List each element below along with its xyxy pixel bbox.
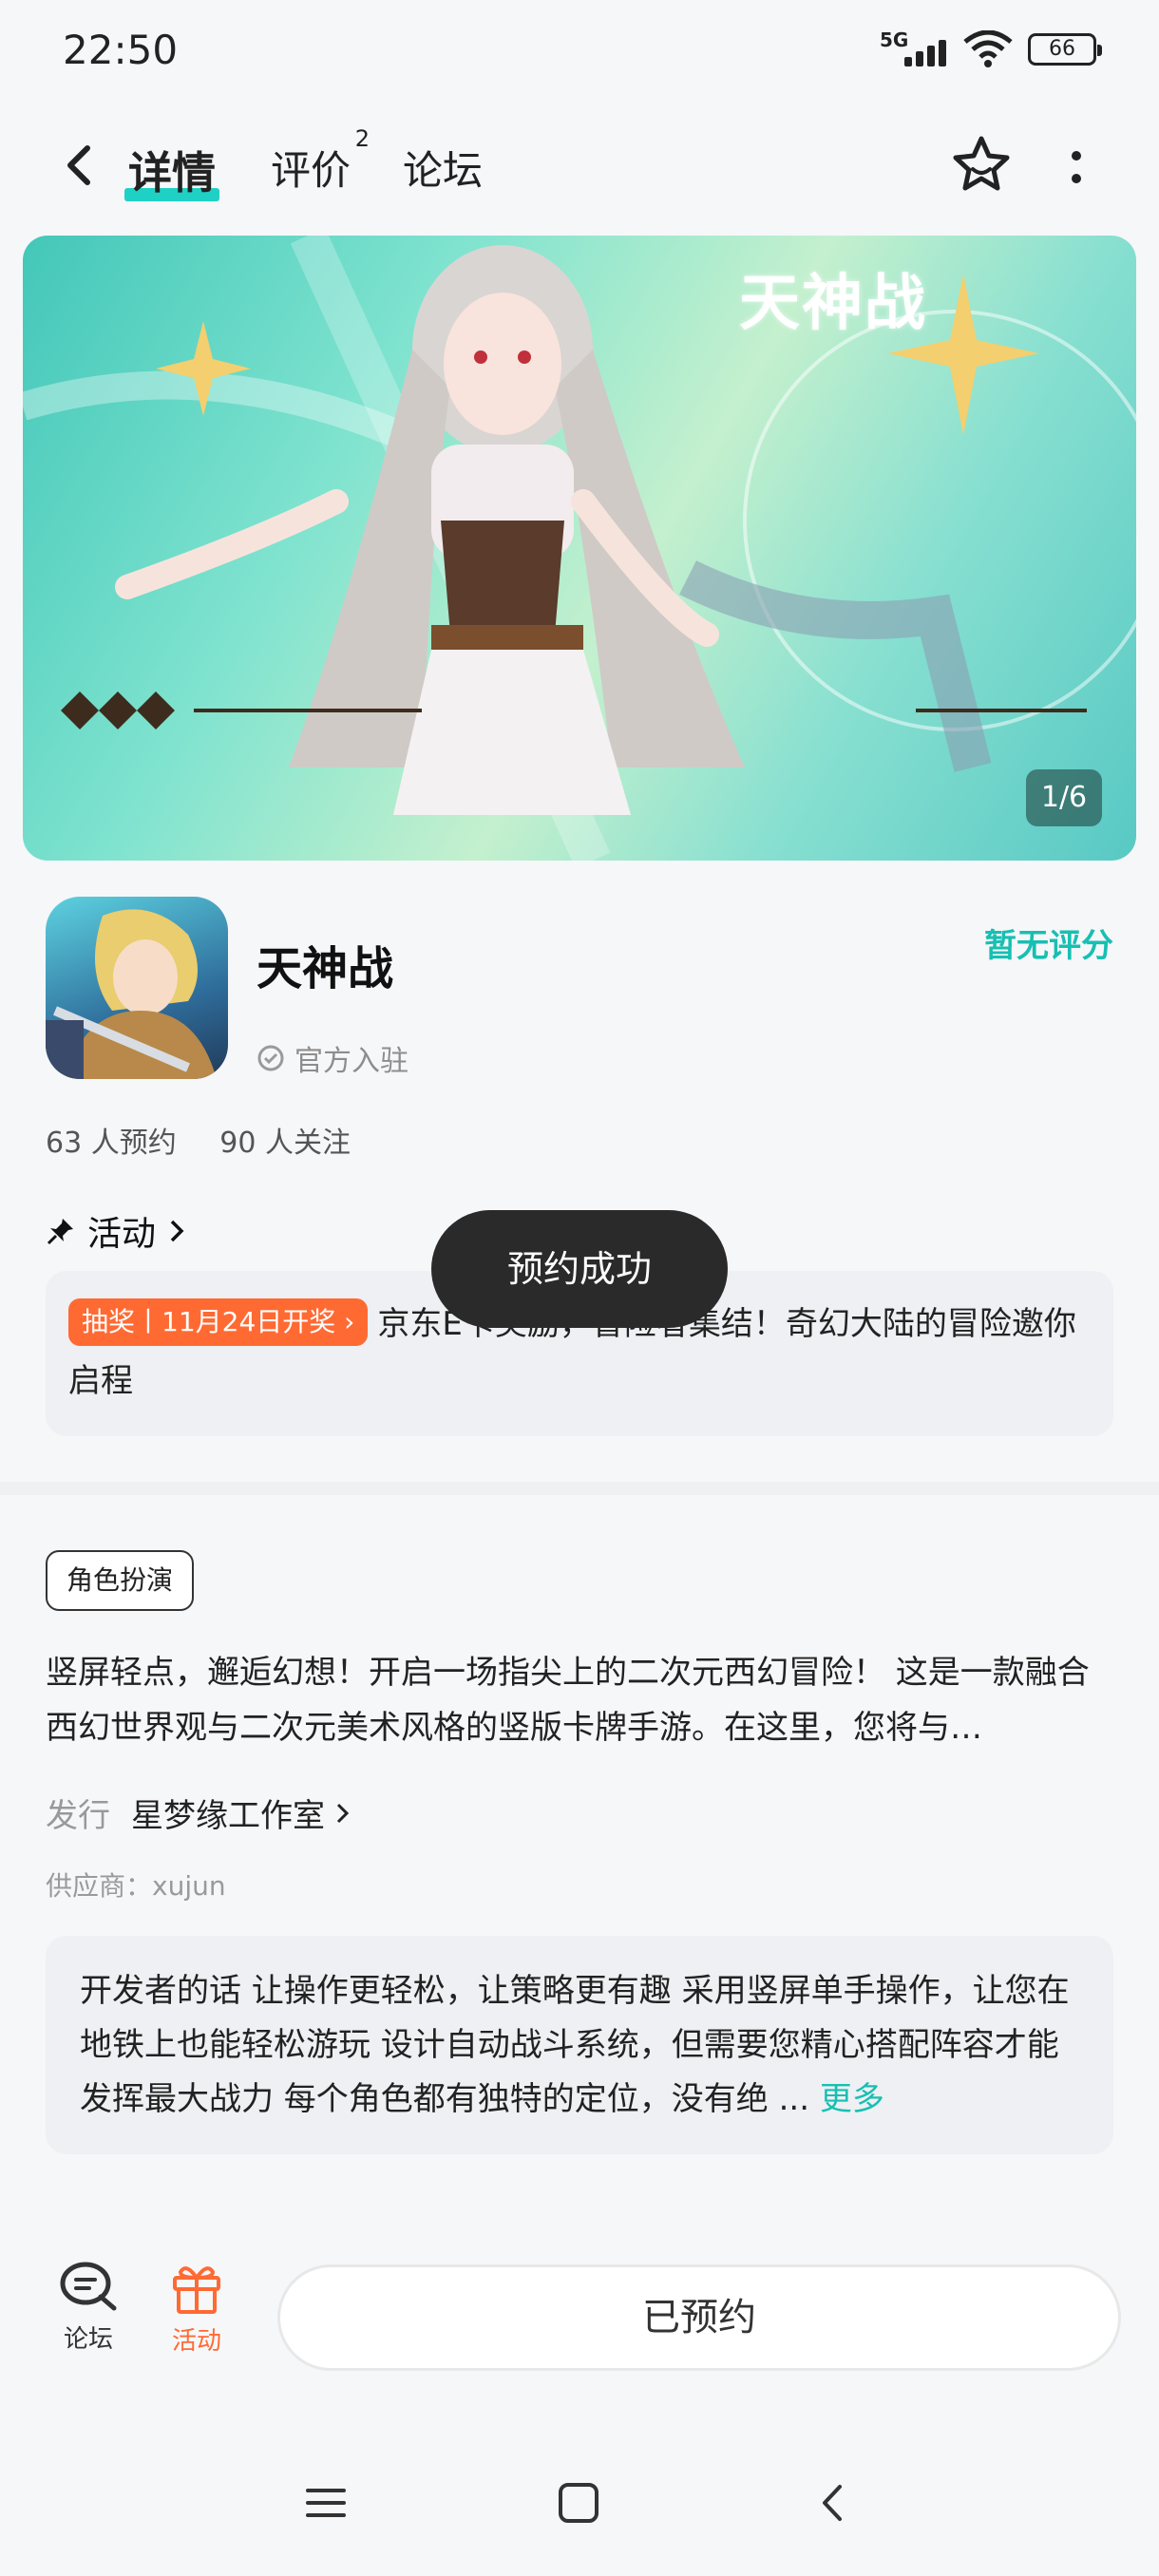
- app-stats: 63 人预约 90 人关注: [46, 1119, 351, 1161]
- screenshot-carousel[interactable]: 天神战 1/6: [23, 236, 1136, 861]
- back-arrow-icon[interactable]: [51, 137, 108, 194]
- more-options-icon[interactable]: [1062, 139, 1091, 196]
- official-badge: 官方入驻: [256, 1037, 408, 1079]
- gift-icon: [173, 2266, 220, 2314]
- section-divider: [0, 1482, 1159, 1495]
- publisher-name: 星梦缘工作室: [131, 1797, 325, 1835]
- system-navigation-bar: [0, 2460, 1159, 2555]
- lottery-badge[interactable]: 抽奖丨11月24日开奖 ›: [68, 1298, 369, 1346]
- activity-section-link[interactable]: 活动: [46, 1206, 186, 1256]
- reservation-count: 63 人预约: [46, 1127, 177, 1160]
- chevron-right-icon: [170, 1220, 184, 1242]
- tab-forum[interactable]: 论坛: [403, 139, 483, 197]
- developer-notes-text: 开发者的话 让操作更轻松，让策略更有趣 采用竖屏单手操作，让您在地铁上也能轻松游…: [80, 1972, 1070, 2118]
- favorite-star-icon[interactable]: [948, 131, 1015, 198]
- developer-notes-card[interactable]: 开发者的话 让操作更轻松，让策略更有趣 采用竖屏单手操作，让您在地铁上也能轻松游…: [46, 1936, 1113, 2154]
- game-description[interactable]: 竖屏轻点，邂逅幻想！开启一场指尖上的二次元西幻冒险！ 这是一款融合西幻世界观与二…: [46, 1645, 1113, 1755]
- app-icon: [46, 897, 228, 1079]
- toast-message: 预约成功: [431, 1210, 728, 1328]
- rating-text: 暂无评分: [984, 927, 1113, 965]
- bottom-activity-button[interactable]: 活动: [154, 2261, 239, 2357]
- tab-reviews[interactable]: 评价 2: [271, 125, 370, 197]
- reserved-button[interactable]: 已预约: [277, 2264, 1121, 2371]
- verified-check-icon: [257, 1045, 284, 1071]
- carousel-page-indicator: 1/6: [1026, 769, 1102, 826]
- forum-chat-icon: [60, 2262, 117, 2311]
- back-icon[interactable]: [809, 2479, 857, 2527]
- wifi-icon: [963, 30, 1013, 67]
- banner-title-art: 天神战: [739, 269, 927, 339]
- more-link[interactable]: 更多: [820, 2080, 884, 2118]
- status-bar: 22:50 5G 66: [0, 0, 1159, 104]
- chevron-right-icon: [336, 1803, 350, 1823]
- pin-icon: [47, 1219, 73, 1245]
- app-title: 天神战: [256, 942, 394, 995]
- menu-icon[interactable]: [302, 2479, 350, 2527]
- cellular-signal-icon: 5G: [880, 28, 948, 70]
- review-count-badge: 2: [354, 125, 370, 152]
- home-icon[interactable]: [555, 2479, 602, 2527]
- app-icon-art: [46, 909, 217, 1079]
- publisher-row[interactable]: 发行 星梦缘工作室: [46, 1790, 352, 1836]
- bottom-forum-button[interactable]: 论坛: [46, 2261, 131, 2355]
- top-nav: 详情 评价 2 论坛: [0, 114, 1159, 218]
- clock: 22:50: [63, 27, 179, 73]
- genre-tag[interactable]: 角色扮演: [46, 1550, 195, 1611]
- follow-count: 90 人关注: [219, 1127, 351, 1160]
- battery-icon: 66: [1028, 33, 1102, 66]
- tab-details[interactable]: 详情: [124, 139, 219, 201]
- supplier-text: 供应商：xujun: [46, 1870, 226, 1902]
- banner-artwork: [23, 236, 1136, 861]
